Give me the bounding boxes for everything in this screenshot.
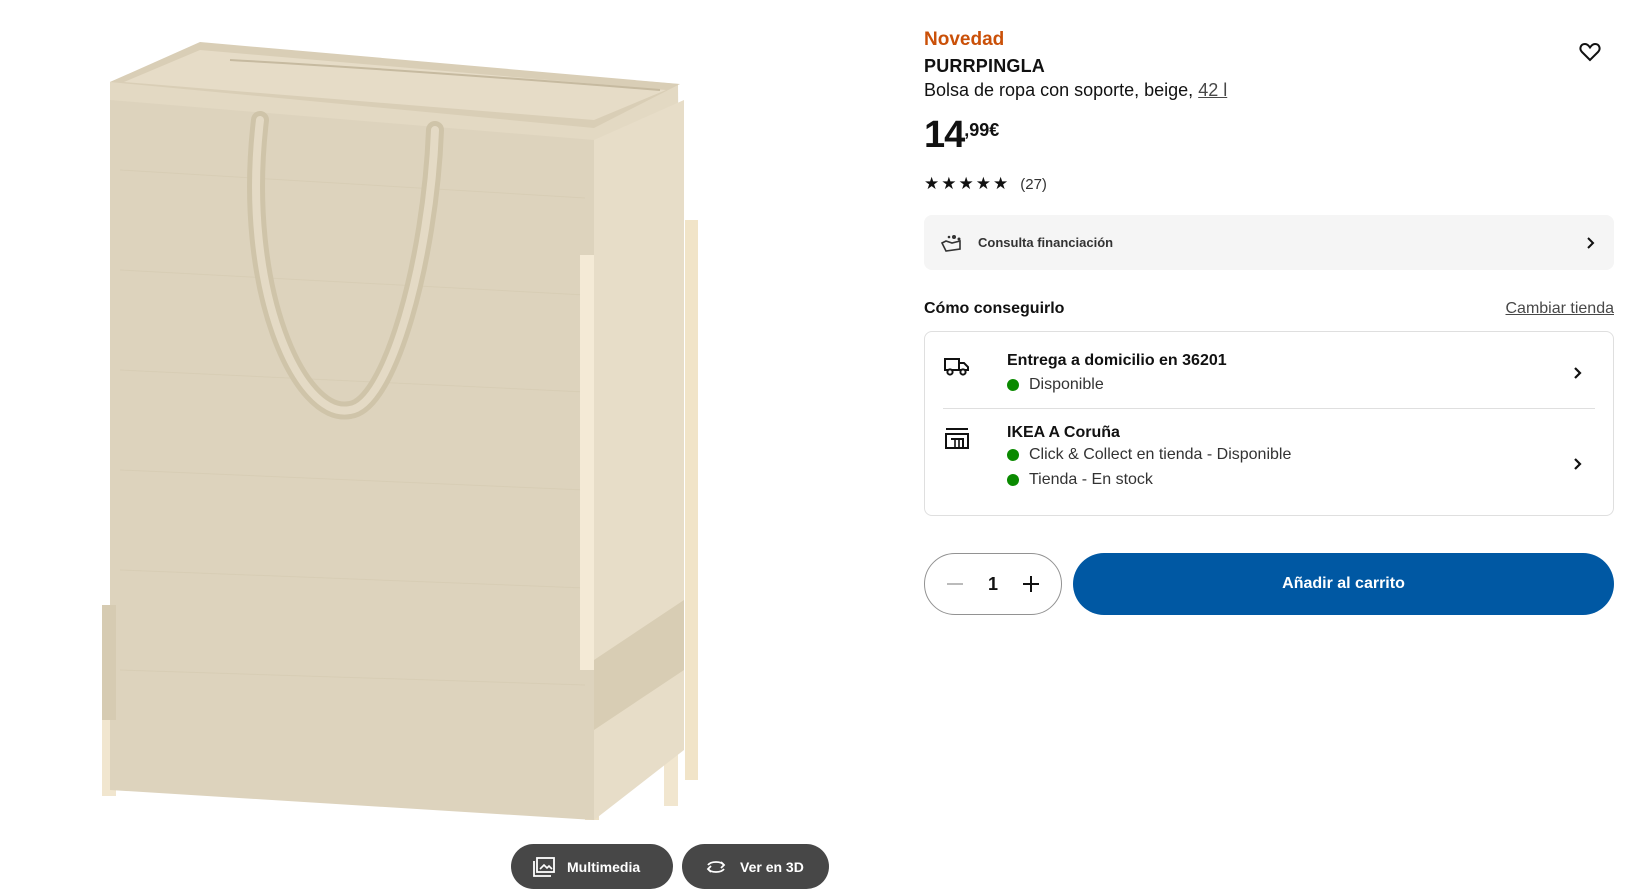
novelty-badge: Novedad [924,29,1005,50]
truck-icon [944,358,969,376]
store-icon [945,428,969,449]
gallery-icon [533,856,555,877]
price-decimal: ,99€ [964,120,1000,140]
plus-icon [1022,576,1039,592]
chevron-right-icon [1574,458,1582,470]
click-collect-text: Click & Collect en tienda - Disponible [1029,446,1292,463]
increase-quantity-button[interactable] [1017,570,1045,598]
how-to-get-title: Cómo conseguirlo [924,300,1065,317]
decrease-quantity-button[interactable] [941,570,969,598]
multimedia-label: Multimedia [567,858,641,875]
rating-count: (27) [1020,175,1047,193]
rotate-3d-icon [706,860,726,873]
in-store-status: Tienda - En stock [1007,471,1153,489]
product-name: PURRPINGLA [924,56,1046,76]
status-dot [1007,474,1019,486]
price: 14 ,99€ [924,114,999,156]
product-media: Multimedia Ver en 3D [0,0,860,889]
favourite-button[interactable] [1576,38,1604,66]
heart-icon [1579,42,1601,62]
star-icon: ★ [975,174,991,193]
size-link[interactable]: 42 l [1198,80,1227,100]
product-image[interactable] [80,30,720,850]
star-icon: ★ [941,174,957,193]
store-option[interactable]: IKEA A Coruña Click & Collect en tienda … [943,424,1595,504]
chevron-right-icon [1587,236,1595,249]
divider [943,408,1595,409]
quantity-value[interactable]: 1 [988,574,998,595]
financing-icon [940,234,961,252]
in-store-text: Tienda - En stock [1029,471,1153,488]
description-text: Bolsa de ropa con soporte, beige, [924,80,1199,100]
financing-row[interactable]: Consulta financiación [924,215,1614,270]
click-collect-status: Click & Collect en tienda - Disponible [1007,446,1291,464]
star-icon: ★ [958,174,974,193]
add-to-cart-button[interactable]: Añadir al carrito [1073,553,1614,615]
quantity-stepper: 1 [924,553,1062,615]
view-3d-button[interactable]: Ver en 3D [682,844,829,889]
store-title: IKEA A Coruña [1007,424,1120,441]
home-delivery-title: Entrega a domicilio en 36201 [1007,352,1227,369]
rating[interactable]: ★ ★ ★ ★ ★ (27) [924,175,1047,193]
home-delivery-option[interactable]: Entrega a domicilio en 36201 Disponible [943,352,1595,412]
availability-box: Entrega a domicilio en 36201 Disponible … [924,331,1614,516]
product-info: Novedad PURRPINGLA Bolsa de ropa con sop… [924,0,1614,885]
minus-icon [947,583,963,585]
view-3d-label: Ver en 3D [740,858,804,875]
price-integer: 14 [924,114,965,156]
status-dot [1007,379,1019,391]
change-store-link[interactable]: Cambiar tienda [1506,300,1615,318]
multimedia-button[interactable]: Multimedia [511,844,673,889]
star-icon: ★ [924,174,940,193]
chevron-right-icon [1574,367,1582,379]
home-delivery-status-text: Disponible [1029,376,1104,393]
status-dot [1007,449,1019,461]
home-delivery-status: Disponible [1007,376,1104,394]
financing-label: Consulta financiación [978,235,1114,250]
star-icon: ★ [993,174,1009,193]
product-description: Bolsa de ropa con soporte, beige, 42 l [924,80,1227,101]
